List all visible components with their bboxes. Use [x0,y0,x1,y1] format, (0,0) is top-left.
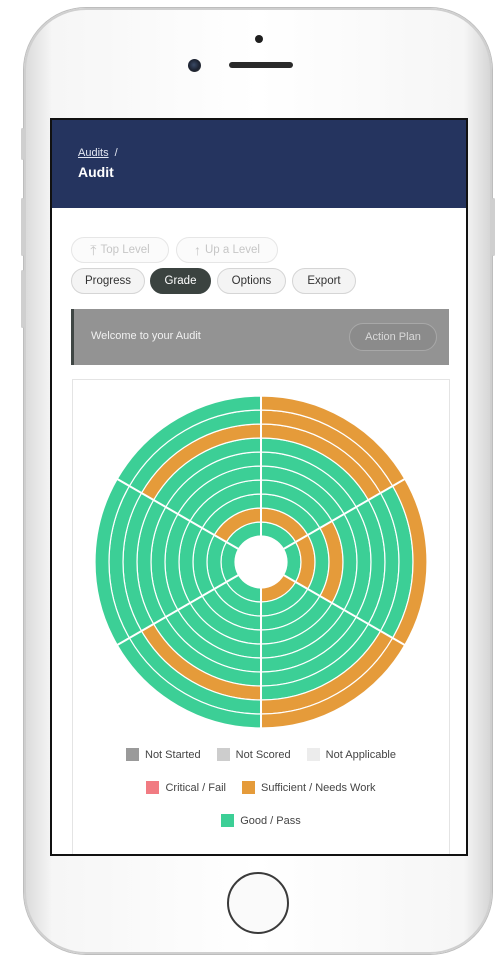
tab-progress[interactable]: Progress [71,268,145,294]
legend-swatch-good [221,814,235,827]
legend-row-3: Good / Pass [73,814,449,827]
legend-row-2: Critical / Fail Sufficient / Needs Work [73,781,449,794]
legend-item-sufficient: Sufficient / Needs Work [241,781,376,794]
arrow-up-icon: ↑ [194,242,201,258]
front-camera-icon [188,59,201,72]
volume-down-button [21,270,24,328]
proximity-sensor [255,35,263,43]
volume-up-button [21,198,24,256]
legend-label-not-applicable: Not Applicable [325,748,396,761]
legend-item-good: Good / Pass [221,814,301,827]
arrow-to-top-icon: ⤒ [90,242,97,258]
legend-item-not-started: Not Started [126,748,201,761]
legend-label-sufficient: Sufficient / Needs Work [260,781,376,794]
header-bar: Audits / Audit [52,120,466,208]
legend-item-not-applicable: Not Applicable [306,748,396,761]
home-button[interactable] [227,872,289,934]
up-a-level-button[interactable]: ↑ Up a Level [176,237,278,263]
grade-sunburst-chart [94,395,428,729]
page-title: Audit [78,164,114,180]
top-level-button[interactable]: ⤒ Top Level [71,237,169,263]
legend-swatch-not-scored [216,748,230,761]
tab-progress-label: Progress [84,275,132,287]
tab-export-label: Export [307,275,341,287]
grade-chart-card: Not Started Not Scored Not Applicable Cr… [72,379,450,854]
silent-switch [21,128,24,160]
tab-options[interactable]: Options [217,268,286,294]
legend-swatch-not-applicable [306,748,320,761]
legend-item-critical: Critical / Fail [146,781,226,794]
legend-swatch-sufficient [241,781,255,794]
tab-grade-label: Grade [164,275,197,287]
welcome-text: Welcome to your Audit [91,330,201,342]
app-screen: Audits / Audit ⤒ Top Level ↑ Up a Level … [50,118,468,856]
legend-item-not-scored: Not Scored [216,748,291,761]
legend-row-1: Not Started Not Scored Not Applicable [73,748,449,761]
breadcrumb-separator: / [114,147,118,159]
legend-swatch-critical [146,781,160,794]
action-plan-button[interactable]: Action Plan [349,323,437,351]
tab-grade[interactable]: Grade [150,268,211,294]
breadcrumb-audits-link[interactable]: Audits [78,147,109,159]
legend-swatch-not-started [126,748,139,761]
legend-label-not-started: Not Started [145,748,201,761]
chart-center-hole [235,536,287,588]
legend-label-good: Good / Pass [240,814,301,827]
legend-label-not-scored: Not Scored [235,748,291,761]
breadcrumb: Audits / [78,147,118,159]
earpiece-speaker [229,62,293,68]
top-level-label: Top Level [100,244,150,256]
tab-options-label: Options [231,275,272,287]
up-a-level-label: Up a Level [205,244,260,256]
legend-label-critical: Critical / Fail [165,781,226,794]
tab-export[interactable]: Export [292,268,356,294]
welcome-banner: Welcome to your Audit Action Plan [71,309,449,365]
power-button [492,198,495,256]
